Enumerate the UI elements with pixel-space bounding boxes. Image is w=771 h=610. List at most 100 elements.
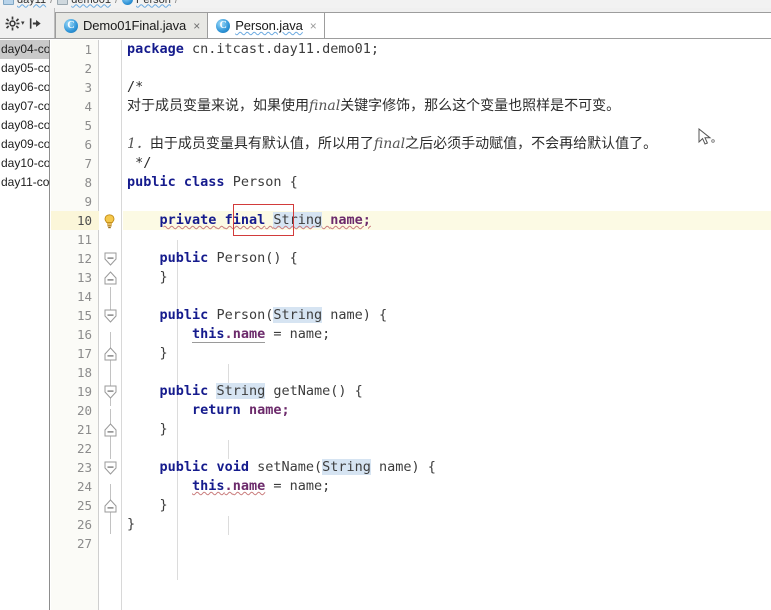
close-icon[interactable]: × <box>310 19 317 33</box>
breadcrumb-item-day11[interactable]: day11 <box>2 0 47 6</box>
code-line-12[interactable]: public Person() { <box>127 249 298 268</box>
code-line-16[interactable]: this.name = name; <box>127 325 330 344</box>
code-line-1[interactable]: package cn.itcast.day11.demo01; <box>127 40 379 59</box>
class-name: Person { <box>232 174 298 190</box>
breadcrumb-separator: / <box>115 0 118 6</box>
code-line-25[interactable]: } <box>127 496 168 515</box>
tab-demo01final-java[interactable]: C Demo01Final.java × <box>55 12 209 38</box>
project-toolbar: ▾ <box>0 8 55 38</box>
code-line-23[interactable]: public void setName(String name) { <box>127 458 436 477</box>
sidebar-item-label: day08-co <box>1 118 49 132</box>
select-opened-file-button[interactable] <box>28 14 43 32</box>
keyword-public: public <box>159 250 209 266</box>
code-line-19[interactable]: public String getName() { <box>127 382 363 401</box>
dot: . <box>224 478 233 494</box>
package-path: cn.itcast.day11.demo01; <box>183 41 379 57</box>
project-tree-sidebar[interactable]: day04-co day05-co day06-co day07-co day0… <box>0 40 50 610</box>
code-line-13[interactable]: } <box>127 268 168 287</box>
method-name: getName() { <box>273 383 363 399</box>
keyword-public: public <box>159 459 209 475</box>
fold-marker-end[interactable] <box>103 271 118 286</box>
settings-gear-button[interactable]: ▾ <box>5 14 25 32</box>
line-number: 18 <box>76 365 92 380</box>
line-number: 2 <box>84 61 92 76</box>
line-number: 20 <box>76 403 92 418</box>
type-string: String <box>273 307 323 323</box>
line-number-gutter: 1 2 3 4 5 6 7 8 9 10 11 12 13 14 15 16 1… <box>51 40 99 610</box>
keyword-void: void <box>216 459 249 475</box>
breadcrumb-item-demo01[interactable]: demo01 <box>56 0 112 6</box>
constructor-name: Person() { <box>216 250 298 266</box>
keyword-public: public <box>127 174 176 190</box>
breadcrumb-separator: / <box>175 0 178 6</box>
fold-marker-end[interactable] <box>103 423 118 438</box>
type-string: String <box>273 212 323 228</box>
sidebar-item-day07[interactable]: day07-co <box>0 97 49 116</box>
comment-text: 由于成员变量具有默认值，所以用了 <box>149 136 374 152</box>
method-name: setName( <box>257 459 323 475</box>
code-line-17[interactable]: } <box>127 344 168 363</box>
tab-person-java[interactable]: C Person.java × <box>208 12 325 38</box>
folder-icon <box>3 0 14 5</box>
code-line-24[interactable]: this.name = name; <box>127 477 330 496</box>
fold-marker-end[interactable] <box>103 347 118 362</box>
closing-brace: } <box>159 269 168 285</box>
closing-brace: } <box>159 345 168 361</box>
sidebar-item-day08[interactable]: day08-co <box>0 116 49 135</box>
code-line-26[interactable]: } <box>127 515 135 534</box>
code-line-3[interactable]: /* <box>127 78 143 97</box>
keyword-final: final <box>224 212 266 228</box>
sidebar-item-day06[interactable]: day06-co <box>0 78 49 97</box>
line-number: 7 <box>84 156 92 171</box>
line-number: 4 <box>84 99 92 114</box>
sidebar-item-day10[interactable]: day10-co <box>0 154 49 173</box>
comment-text: 对于成员变量来说，如果使用 <box>127 98 309 114</box>
field-name: name; <box>330 212 371 228</box>
editor-tab-bar: ▾ C Demo01Final.java × C Person.java × <box>0 8 771 39</box>
code-line-10[interactable]: private final String name; <box>127 211 371 230</box>
breadcrumb-label: Person <box>136 0 171 6</box>
code-line-6[interactable]: 1．由于成员变量具有默认值，所以用了final之后必须手动赋值，不会再给默认值了… <box>127 135 657 154</box>
comment-text: 关键字修饰，那么这个变量也照样是不可变。 <box>340 98 621 114</box>
keyword-this: this <box>192 478 225 494</box>
code-line-7[interactable]: */ <box>127 154 151 173</box>
code-editor[interactable]: 1 2 3 4 5 6 7 8 9 10 11 12 13 14 15 16 1… <box>51 40 771 610</box>
close-icon[interactable]: × <box>193 19 200 33</box>
code-line-4[interactable]: 对于成员变量来说，如果使用final关键字修饰，那么这个变量也照样是不可变。 <box>127 97 620 116</box>
chevron-down-icon: ▾ <box>21 20 25 27</box>
sidebar-item-day09[interactable]: day09-co <box>0 135 49 154</box>
comment-keyword-final: final <box>373 136 406 152</box>
indent-guide <box>228 440 229 459</box>
fold-marker-collapse[interactable] <box>103 461 118 476</box>
code-line-21[interactable]: } <box>127 420 168 439</box>
sidebar-item-day11[interactable]: day11-co <box>0 173 49 192</box>
sidebar-item-day04[interactable]: day04-co <box>0 40 49 59</box>
ide-window: day11 / demo01 / Person / <box>0 0 771 610</box>
line-number: 3 <box>84 80 92 95</box>
code-line-8[interactable]: public class Person { <box>127 173 298 192</box>
breadcrumb-label: day11 <box>17 0 46 6</box>
line-number: 19 <box>76 384 92 399</box>
fold-marker-collapse[interactable] <box>103 309 118 324</box>
line-number: 26 <box>76 517 92 532</box>
keyword-public: public <box>159 383 209 399</box>
fold-marker-end[interactable] <box>103 499 118 514</box>
fold-marker-collapse[interactable] <box>103 385 118 400</box>
line-number: 27 <box>76 536 92 551</box>
code-line-20[interactable]: return name; <box>127 401 290 420</box>
comment-list-number: 1． <box>127 136 150 152</box>
param-tail: name) { <box>322 307 388 323</box>
sidebar-item-label: day09-co <box>1 137 49 151</box>
breadcrumb-item-person[interactable]: Person <box>121 0 172 6</box>
field-name: name <box>232 326 266 343</box>
field-name: name <box>232 478 266 494</box>
fold-marker-collapse[interactable] <box>103 252 118 267</box>
code-line-15[interactable]: public Person(String name) { <box>127 306 387 325</box>
fold-gutter[interactable] <box>100 40 122 610</box>
lightbulb-icon[interactable] <box>103 214 116 229</box>
sidebar-item-day05[interactable]: day05-co <box>0 59 49 78</box>
constructor-name: Person( <box>216 307 274 323</box>
sidebar-item-label: day11-co <box>1 175 49 189</box>
line-number: 1 <box>84 42 92 57</box>
code-text-area[interactable]: package cn.itcast.day11.demo01; /* 对于成员变… <box>123 40 771 610</box>
